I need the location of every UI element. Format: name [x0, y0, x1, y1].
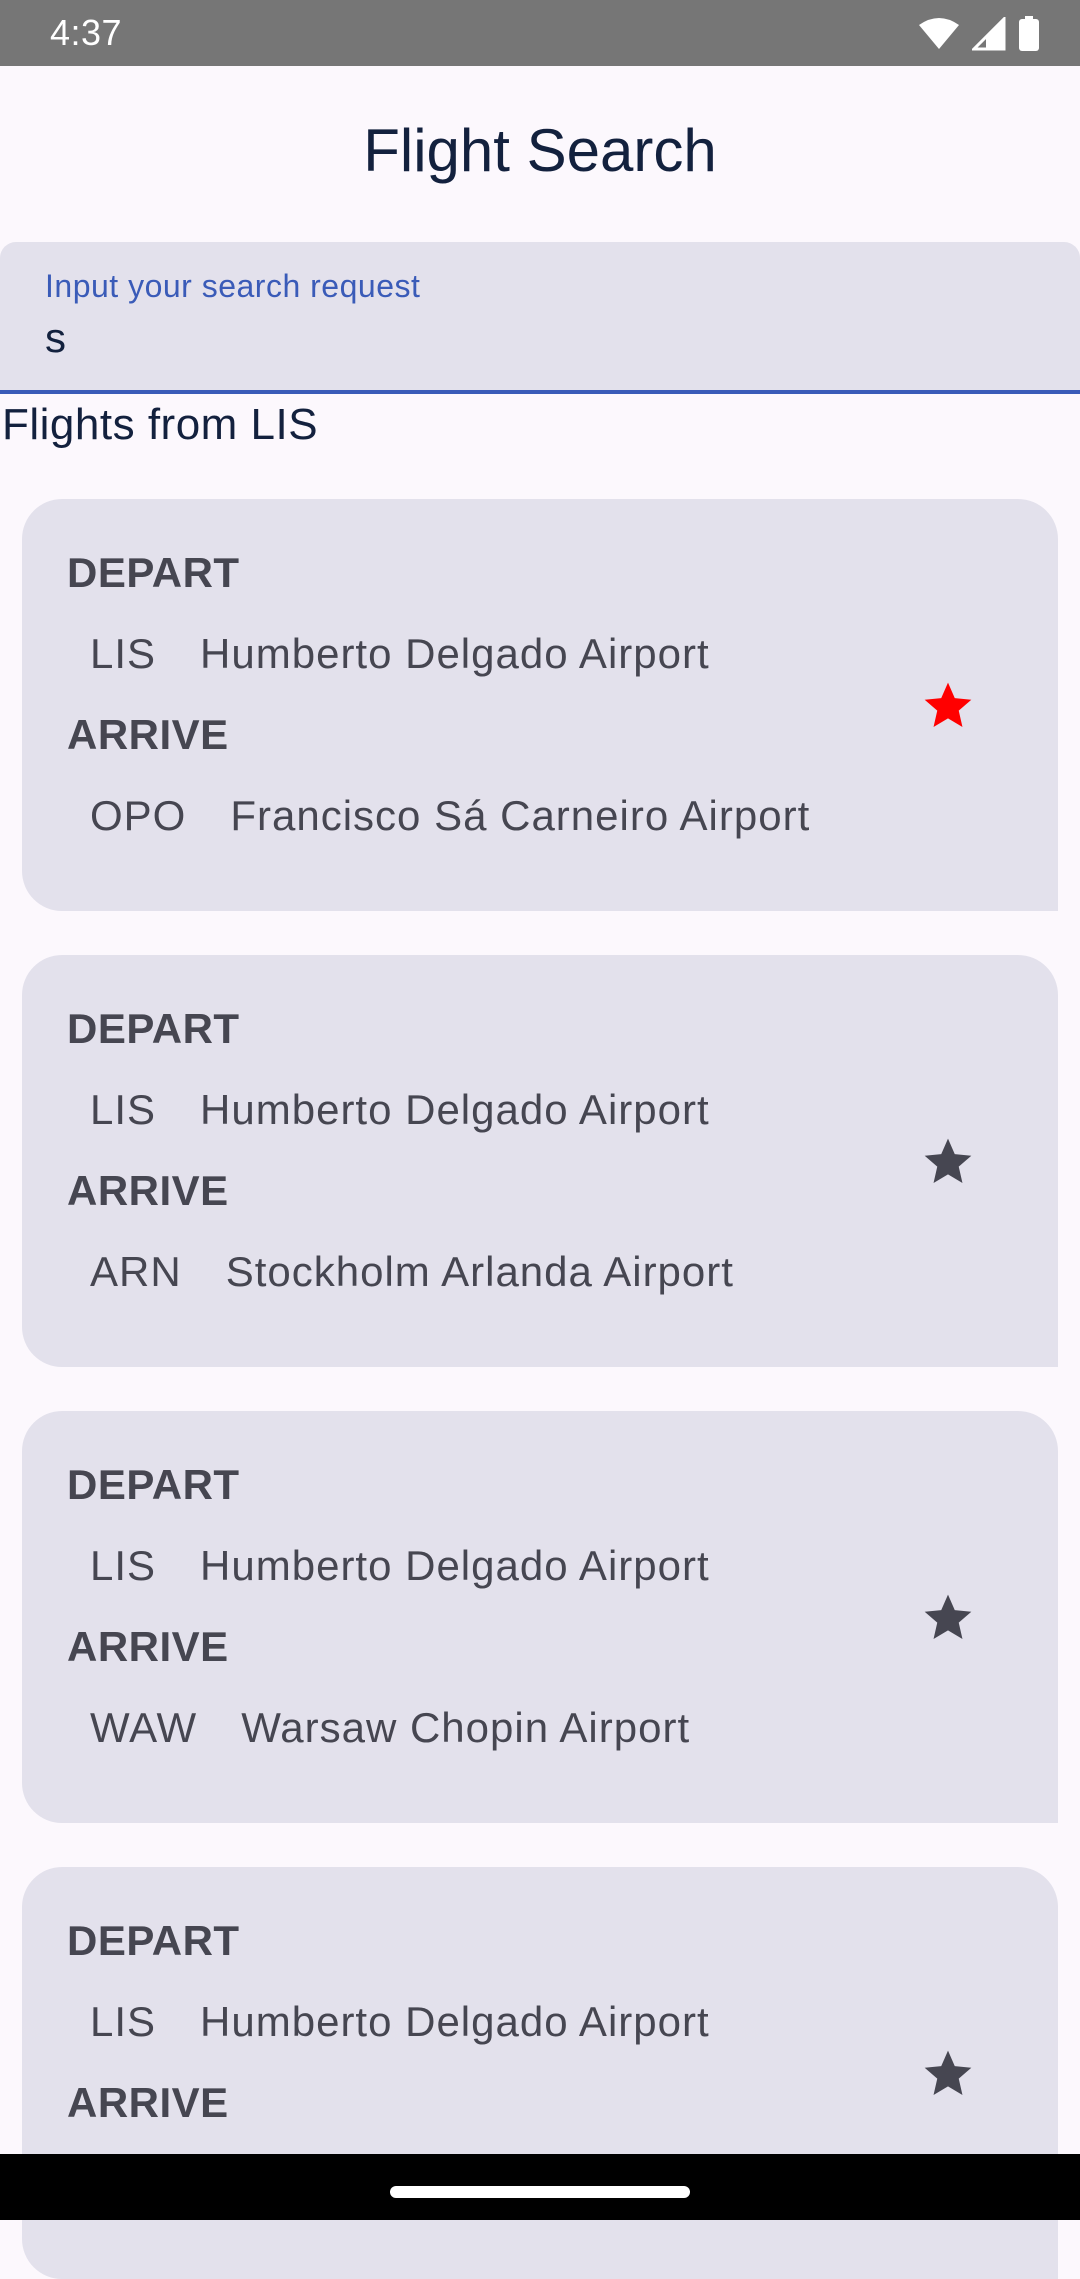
- depart-code: LIS: [90, 1086, 157, 1133]
- depart-label: DEPART: [67, 1005, 240, 1052]
- depart-airport-name: Humberto Delgado Airport: [200, 630, 710, 677]
- arrive-label: ARRIVE: [67, 1623, 229, 1670]
- arrive-airport-name: Stockholm Arlanda Airport: [225, 1248, 734, 1295]
- depart-label: DEPART: [67, 549, 240, 596]
- flight-card[interactable]: DEPART LIS Humberto Delgado Airport ARRIV…: [22, 955, 1058, 1367]
- cell-signal-icon: [972, 17, 1006, 51]
- results-heading: Flights from LIS: [2, 400, 319, 449]
- arrive-row: OPO Francisco Sá Carneiro Airport: [90, 792, 810, 840]
- status-icons: [918, 14, 1040, 54]
- depart-code: LIS: [90, 1998, 157, 2045]
- status-bar: 4:37: [0, 0, 1080, 66]
- favorite-star-icon[interactable]: [920, 1134, 976, 1190]
- depart-airport-name: Humberto Delgado Airport: [200, 1086, 710, 1133]
- depart-row: LIS Humberto Delgado Airport: [90, 1542, 710, 1590]
- depart-airport-name: Humberto Delgado Airport: [200, 1542, 710, 1589]
- depart-row: LIS Humberto Delgado Airport: [90, 1998, 710, 2046]
- arrive-label: ARRIVE: [67, 1167, 229, 1214]
- flight-card[interactable]: DEPART LIS Humberto Delgado Airport ARRIV…: [22, 499, 1058, 911]
- arrive-airport-name: Warsaw Chopin Airport: [241, 1704, 691, 1751]
- depart-airport-name: Humberto Delgado Airport: [200, 1998, 710, 2045]
- depart-label: DEPART: [67, 1461, 240, 1508]
- depart-row: LIS Humberto Delgado Airport: [90, 630, 710, 678]
- depart-label: DEPART: [67, 1917, 240, 1964]
- battery-icon: [1019, 16, 1039, 51]
- search-input[interactable]: Input your search request s: [0, 242, 1080, 394]
- favorite-star-icon[interactable]: [920, 2046, 976, 2102]
- depart-row: LIS Humberto Delgado Airport: [90, 1086, 710, 1134]
- arrive-code: ARN: [90, 1248, 182, 1295]
- arrive-row: WAW Warsaw Chopin Airport: [90, 1704, 690, 1752]
- arrive-label: ARRIVE: [67, 711, 229, 758]
- app-title: Flight Search: [363, 117, 717, 184]
- arrive-code: WAW: [90, 1704, 198, 1751]
- favorite-star-icon[interactable]: [920, 678, 976, 734]
- search-input-value[interactable]: s: [45, 314, 66, 362]
- depart-code: LIS: [90, 630, 157, 677]
- wifi-icon: [919, 18, 959, 49]
- home-gesture-handle[interactable]: [390, 2186, 690, 2198]
- arrive-label: ARRIVE: [67, 2079, 229, 2126]
- arrive-airport-name: Francisco Sá Carneiro Airport: [230, 792, 811, 839]
- status-time: 4:37: [50, 12, 123, 53]
- favorite-star-icon[interactable]: [920, 1590, 976, 1646]
- search-input-label: Input your search request: [45, 268, 421, 304]
- arrive-row: ARN Stockholm Arlanda Airport: [90, 1248, 734, 1296]
- depart-code: LIS: [90, 1542, 157, 1589]
- flight-card[interactable]: DEPART LIS Humberto Delgado Airport ARRIV…: [22, 1411, 1058, 1823]
- arrive-code: OPO: [90, 792, 187, 839]
